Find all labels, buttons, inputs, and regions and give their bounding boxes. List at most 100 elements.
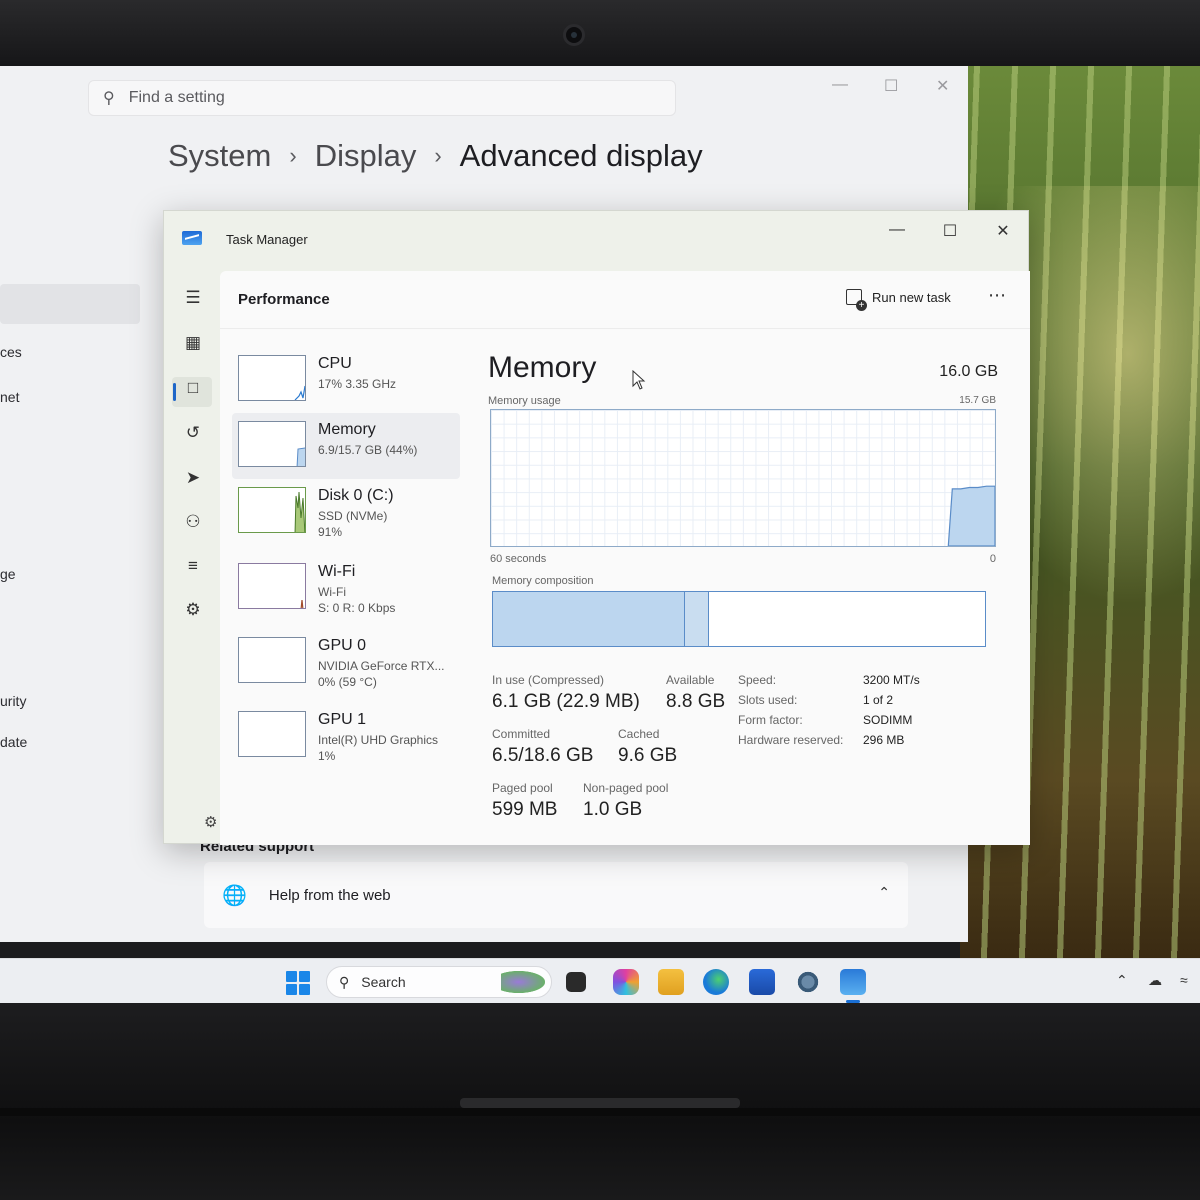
device-item-disk[interactable]: Disk 0 (C:) SSD (NVMe) 91% [232,479,460,545]
device-item-wifi[interactable]: Wi-Fi Wi-Fi S: 0 R: 0 Kbps [232,555,460,621]
minimize-icon[interactable]: — [832,76,848,94]
details-icon[interactable]: ≡ [180,553,206,579]
mouse-cursor-icon [632,370,646,390]
stat-label: Non-paged pool [583,781,669,795]
spec-value: 1 of 2 [863,693,894,707]
device-detail: Wi-Fi [318,585,346,599]
close-icon[interactable]: ✕ [988,221,1018,241]
nav-rail-active-indicator [173,383,176,401]
maximize-icon[interactable]: ☐ [884,76,898,96]
stat-in-use: In use (Compressed) 6.1 GB (22.9 MB) [492,673,640,713]
nav-item-selected[interactable] [0,284,140,324]
help-from-web-card[interactable]: 🌐 Help from the web ⌃ [204,862,908,928]
spec-value: SODIMM [863,713,913,727]
task-manager-logo-icon [182,231,202,245]
screen-photo: ⚲ Find a setting — ☐ ✕ System › Display … [0,0,1200,1200]
maximize-icon[interactable]: ☐ [935,221,965,241]
graph-x-left-label: 60 seconds [490,553,547,565]
task-manager-titlebar: Task Manager — ☐ ✕ [164,211,1030,267]
device-item-gpu1[interactable]: GPU 1 Intel(R) UHD Graphics 1% [232,703,460,769]
help-card-label: Help from the web [268,886,391,904]
processes-icon[interactable]: ▦ [180,330,206,356]
close-icon[interactable]: ✕ [936,76,949,96]
chevron-right-icon: › [434,143,442,168]
nav-item-fragment[interactable]: urity [0,693,26,709]
taskbar: ⚲ Search ⌃ ☁ ≈ [0,958,1200,1004]
microsoft-store-icon[interactable] [749,969,775,995]
graph-x-right-label: 0 [989,553,996,565]
app-history-icon[interactable]: ↺ [180,420,206,446]
breadcrumb-advanced-display: Advanced display [459,138,703,173]
performance-icon[interactable]: □ [180,375,206,401]
stat-paged-pool: Paged pool 599 MB [492,781,557,821]
settings-search-box[interactable]: ⚲ Find a setting [88,80,676,116]
device-name: Memory [318,421,376,438]
settings-search-placeholder: Find a setting [128,89,225,106]
settings-gear-icon[interactable]: ⚙ [204,813,217,831]
nav-item-fragment[interactable]: ge [0,566,16,582]
task-manager-window: Task Manager — ☐ ✕ ☰ ▦ □ ↺ ➤ ⚇ ≡ ⚙ ⚙ Per… [163,210,1030,845]
performance-page: Performance Run new task ⋯ CPU 17% 3.35 … [220,271,1030,845]
device-detail: 6.9/15.7 GB (44%) [318,443,418,457]
memory-composition-bar [492,591,986,647]
settings-app-icon[interactable] [795,969,821,995]
memory-usage-area [947,485,995,546]
stat-label: In use (Compressed) [492,673,605,687]
composition-modified-segment [684,592,710,646]
device-item-memory[interactable]: Memory 6.9/15.7 GB (44%) [232,413,460,479]
device-item-cpu[interactable]: CPU 17% 3.35 GHz [232,347,460,413]
device-item-gpu0[interactable]: GPU 0 NVIDIA GeForce RTX... 0% (59 °C) [232,629,460,695]
users-icon[interactable]: ⚇ [180,509,206,535]
more-options-icon[interactable]: ⋯ [988,285,1007,306]
edge-browser-icon[interactable] [703,969,729,995]
memory-composition-label: Memory composition [492,575,594,587]
nav-item-fragment[interactable]: date [0,734,27,750]
stat-value: 599 MB [492,799,558,820]
nav-item-fragment[interactable]: net [0,389,19,405]
composition-in-use-segment [493,592,685,646]
run-new-task-label: Run new task [872,289,951,305]
breadcrumb-display[interactable]: Display [315,138,417,174]
device-detail: NVIDIA GeForce RTX... [318,659,445,673]
run-new-task-button[interactable]: Run new task [846,289,951,311]
spec-label: Form factor: [738,713,803,727]
memory-usage-graph [490,409,996,547]
device-name: GPU 1 [318,711,367,728]
laptop-bezel-top [0,0,1200,66]
memory-detail-panel: Memory 16.0 GB Memory usage 15.7 GB 60 s… [488,351,1008,831]
task-view-icon[interactable] [566,972,586,992]
minimize-icon[interactable]: — [882,221,912,239]
window-title: Task Manager [226,232,308,247]
taskbar-search-box[interactable]: ⚲ Search [326,966,552,998]
hamburger-menu-icon[interactable]: ☰ [180,285,206,311]
laptop-hinge [0,1108,1200,1116]
windows-start-icon[interactable] [286,971,310,995]
copilot-icon[interactable] [613,969,639,995]
memory-usage-max: 15.7 GB [959,395,996,406]
device-name: Wi-Fi [318,563,356,580]
page-title: Performance [238,291,330,308]
onedrive-cloud-icon[interactable]: ☁ [1148,972,1162,989]
laptop-bezel-bottom [0,1003,1200,1200]
breadcrumb: System › Display › Advanced display [168,138,703,174]
search-icon: ⚲ [103,90,115,107]
search-highlight-art-icon [501,971,545,993]
device-detail: S: 0 R: 0 Kbps [318,601,396,615]
spec-value: 3200 MT/s [863,673,920,687]
device-detail: 91% [318,525,343,539]
stat-label: Paged pool [492,781,553,795]
chevron-up-icon[interactable]: ⌃ [1116,972,1128,989]
file-explorer-icon[interactable] [658,969,684,995]
services-icon[interactable]: ⚙ [180,597,206,623]
device-detail: 17% 3.35 GHz [318,377,397,391]
wifi-icon[interactable]: ≈ [1180,972,1188,988]
spec-label: Slots used: [738,693,798,707]
startup-apps-icon[interactable]: ➤ [180,465,206,491]
chevron-up-icon[interactable]: ⌃ [878,884,890,901]
stat-committed: Committed 6.5/18.6 GB [492,727,593,767]
breadcrumb-system[interactable]: System [168,138,271,174]
stat-value: 1.0 GB [583,799,643,820]
task-manager-taskbar-icon[interactable] [840,969,866,995]
device-detail: 0% (59 °C) [318,675,377,689]
nav-item-fragment[interactable]: ces [0,344,22,360]
